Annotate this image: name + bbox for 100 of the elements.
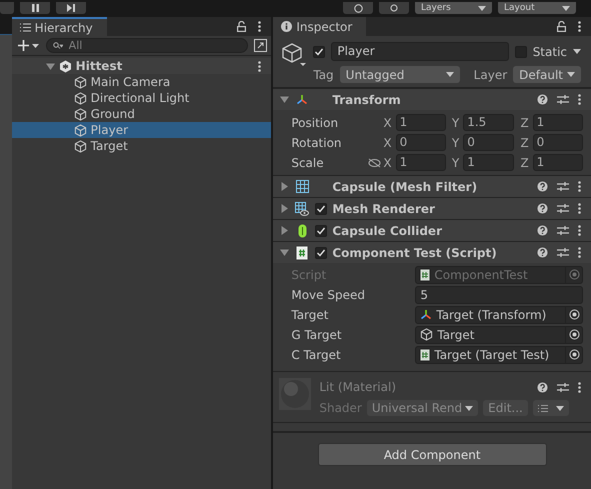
gameobject-cube-icon — [74, 108, 87, 120]
component-title: Capsule (Mesh Filter) — [332, 180, 478, 194]
more-icon[interactable] — [258, 60, 262, 72]
more-icon[interactable] — [258, 21, 262, 32]
add-menu-icon[interactable] — [18, 40, 40, 51]
capsule-icon — [298, 224, 307, 238]
help-icon[interactable] — [537, 225, 548, 236]
number-field[interactable]: 1.5 — [463, 114, 514, 131]
axis-label: X — [383, 136, 392, 150]
object-field[interactable]: Target (Target Test) — [415, 346, 583, 364]
lock-icon[interactable] — [557, 21, 566, 32]
help-icon[interactable] — [537, 247, 548, 258]
presets-icon[interactable] — [557, 203, 569, 214]
help-icon[interactable] — [537, 382, 548, 392]
transform-axes-icon — [420, 308, 432, 320]
component-title: Mesh Renderer — [332, 202, 436, 216]
more-icon[interactable] — [578, 21, 581, 32]
grid-icon — [296, 180, 309, 193]
presets-icon[interactable] — [557, 247, 569, 258]
checkbox[interactable] — [313, 46, 326, 58]
number-field[interactable]: 0 — [463, 134, 514, 151]
axis-label: X — [383, 156, 392, 170]
more-icon[interactable] — [578, 225, 581, 236]
axis-label: X — [383, 116, 392, 130]
dropdown-caret-icon — [567, 72, 575, 77]
number-field[interactable]: 0 — [396, 134, 446, 151]
checkbox[interactable] — [315, 202, 328, 214]
presets-icon[interactable] — [557, 225, 569, 236]
pause-button[interactable] — [20, 2, 50, 14]
number-field[interactable]: 0 — [532, 134, 583, 151]
layer-dropdown[interactable]: Default — [513, 66, 581, 83]
object-name-field[interactable]: Player — [331, 42, 509, 61]
field-label: Move Speed — [291, 288, 366, 302]
help-icon[interactable] — [537, 181, 548, 192]
more-icon[interactable] — [578, 203, 581, 214]
more-icon[interactable] — [578, 181, 581, 192]
component-header[interactable]: Capsule (Mesh Filter) — [273, 175, 591, 197]
material-title: Lit (Material) — [319, 380, 396, 394]
number-field[interactable]: 1 — [396, 154, 446, 171]
checkbox[interactable] — [514, 46, 527, 58]
layout-dropdown[interactable]: Layout — [498, 2, 576, 14]
hierarchy-item[interactable]: Ground — [12, 106, 272, 122]
script-file-icon — [420, 268, 430, 280]
component-header[interactable]: Component Test (Script) — [273, 241, 591, 263]
presets-icon[interactable] — [557, 382, 569, 392]
hierarchy-item[interactable]: Main Camera — [12, 74, 272, 90]
component-header[interactable]: Mesh Renderer — [273, 197, 591, 219]
foldout-arrow-icon[interactable] — [280, 226, 289, 235]
maximize-icon[interactable] — [254, 39, 268, 52]
object-field[interactable]: Target — [415, 326, 583, 344]
presets-icon[interactable] — [557, 181, 569, 192]
help-icon[interactable] — [537, 203, 548, 214]
scene-name[interactable]: Hittest — [76, 59, 122, 73]
static-label: Static — [532, 44, 567, 58]
pause-icon — [32, 4, 38, 12]
object-field[interactable]: 5 — [415, 286, 583, 304]
lock-icon[interactable] — [237, 21, 246, 32]
presets-icon[interactable] — [557, 94, 569, 105]
layers-dropdown[interactable]: Layers — [415, 2, 492, 14]
inspector-tab[interactable]: Inspector — [273, 17, 366, 36]
hierarchy-item[interactable]: Target — [12, 138, 272, 154]
foldout-arrow-icon[interactable] — [280, 248, 289, 257]
tag-dropdown[interactable]: Untagged — [340, 66, 460, 83]
list-icon — [538, 404, 548, 412]
number-field[interactable]: 1 — [532, 154, 583, 171]
axis-label: Z — [520, 156, 529, 170]
hierarchy-item[interactable]: Player — [12, 122, 272, 138]
component-header[interactable]: Capsule Collider — [273, 219, 591, 241]
foldout-arrow-icon[interactable] — [46, 62, 55, 70]
hierarchy-tab[interactable]: Hierarchy — [12, 17, 107, 36]
step-button[interactable] — [56, 2, 86, 14]
axis-label: Y — [452, 116, 460, 130]
number-field[interactable]: 1 — [532, 114, 583, 131]
add-component-button[interactable]: Add Component — [318, 443, 547, 466]
more-icon[interactable] — [578, 247, 581, 258]
grid-eye-icon — [295, 202, 310, 216]
foldout-arrow-icon[interactable] — [280, 204, 289, 213]
component-header[interactable]: Transform — [273, 88, 591, 110]
more-icon[interactable] — [578, 94, 581, 105]
field-label: C Target — [291, 348, 342, 362]
checkbox[interactable] — [315, 224, 328, 236]
gameobject-cube-icon[interactable] — [281, 42, 308, 68]
foldout-arrow-icon[interactable] — [280, 95, 289, 104]
material-menu-button[interactable] — [532, 400, 569, 416]
object-field[interactable]: Target (Transform) — [415, 306, 583, 324]
number-field[interactable]: 1 — [396, 114, 446, 131]
more-icon[interactable] — [578, 382, 581, 392]
unlinked-icon[interactable] — [368, 158, 381, 168]
history-button[interactable] — [343, 2, 373, 14]
search-field[interactable]: All — [46, 38, 248, 53]
help-icon[interactable] — [537, 94, 548, 105]
axis-label: Z — [520, 116, 529, 130]
dropdown-caret-icon — [465, 406, 474, 410]
history-icon — [354, 4, 362, 12]
number-field[interactable]: 1 — [463, 154, 514, 171]
foldout-arrow-icon[interactable] — [280, 182, 289, 191]
dropdown-caret-icon — [562, 6, 570, 10]
search-button[interactable] — [379, 2, 409, 14]
checkbox[interactable] — [315, 246, 328, 258]
hierarchy-item[interactable]: Directional Light — [12, 90, 272, 106]
